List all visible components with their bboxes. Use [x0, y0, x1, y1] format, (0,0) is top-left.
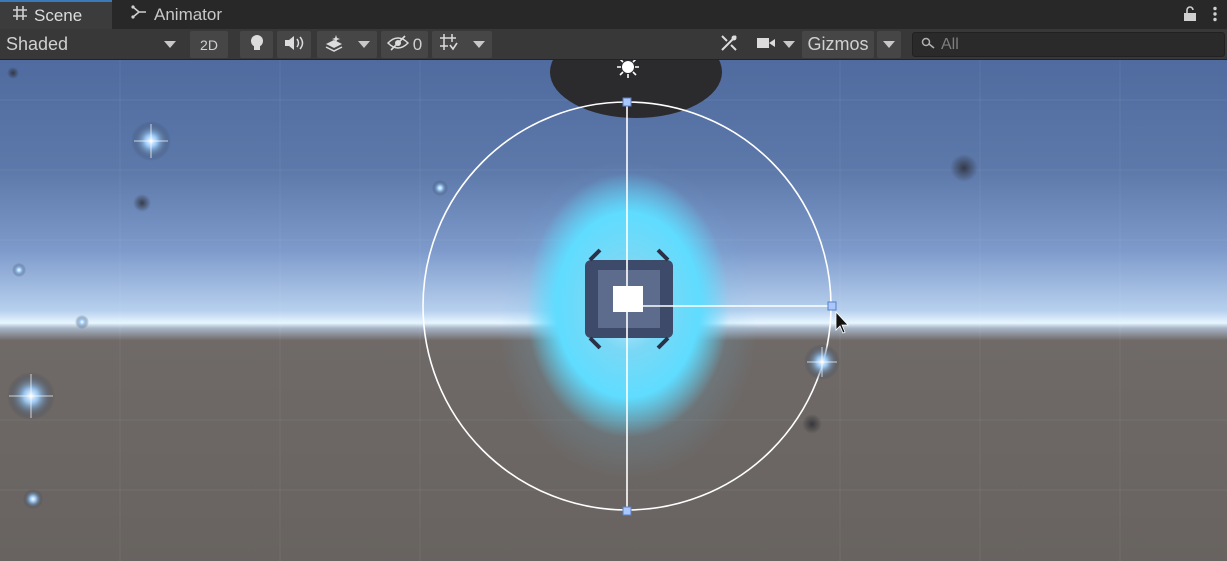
eye-slash-icon	[386, 35, 409, 54]
window-tab-bar: Scene Animator	[0, 0, 1227, 29]
chevron-down-icon	[473, 41, 485, 48]
gizmos-toggle-button[interactable]: Gizmos	[802, 31, 874, 58]
kebab-menu-icon[interactable]	[1213, 6, 1217, 27]
background-stars	[7, 67, 978, 509]
draw-mode-dropdown[interactable]: Shaded	[0, 31, 184, 58]
chevron-down-icon	[358, 41, 370, 48]
chevron-down-icon	[164, 41, 176, 48]
gizmos-dropdown-button[interactable]	[877, 31, 901, 58]
lighting-toggle-button[interactable]	[240, 31, 273, 58]
lock-icon[interactable]	[1183, 6, 1197, 27]
gizmo-handle-top[interactable]	[622, 97, 632, 107]
speaker-icon	[284, 35, 304, 54]
camera-settings-dropdown[interactable]	[752, 31, 798, 58]
gizmo-handle-bottom[interactable]	[622, 506, 632, 516]
mouse-cursor-icon	[835, 310, 849, 334]
chevron-down-icon	[883, 41, 895, 48]
scene-viewport[interactable]	[0, 60, 1227, 561]
draw-mode-label: Shaded	[6, 34, 69, 54]
grid-hash-icon	[12, 5, 28, 26]
tab-label: Scene	[34, 5, 83, 25]
layers-effects-icon	[324, 34, 344, 55]
grid-snapping-dropdown[interactable]	[432, 31, 492, 58]
scene-toolbar: Shaded 2D 0 Gizmos All	[0, 29, 1227, 60]
spaceship-object[interactable]	[585, 248, 673, 350]
tab-label: Animator	[154, 4, 223, 24]
animator-node-icon	[130, 4, 148, 25]
hierarchy-search-field[interactable]: All	[912, 32, 1225, 57]
tab-animator[interactable]: Animator	[118, 0, 248, 29]
tools-button[interactable]	[712, 31, 746, 58]
hidden-object-count: 0	[412, 34, 423, 54]
lightbulb-icon	[250, 34, 264, 55]
scene-visibility-toggle[interactable]: 0	[381, 31, 428, 58]
gizmos-label: Gizmos	[807, 34, 869, 54]
2d-toggle-button[interactable]: 2D	[190, 31, 228, 58]
search-icon	[921, 36, 935, 54]
tools-icon	[719, 33, 739, 56]
effects-dropdown[interactable]	[317, 31, 377, 58]
2d-label: 2D	[200, 36, 218, 53]
scene-render	[0, 60, 1227, 561]
camera-icon	[756, 36, 776, 53]
chevron-down-icon	[782, 41, 795, 48]
gizmo-handle-right[interactable]	[827, 301, 837, 311]
audio-toggle-button[interactable]	[277, 31, 311, 58]
search-placeholder: All	[941, 35, 959, 53]
tab-scene[interactable]: Scene	[0, 0, 112, 29]
grid-snap-icon	[439, 33, 459, 56]
light-gizmo[interactable]	[422, 101, 832, 511]
